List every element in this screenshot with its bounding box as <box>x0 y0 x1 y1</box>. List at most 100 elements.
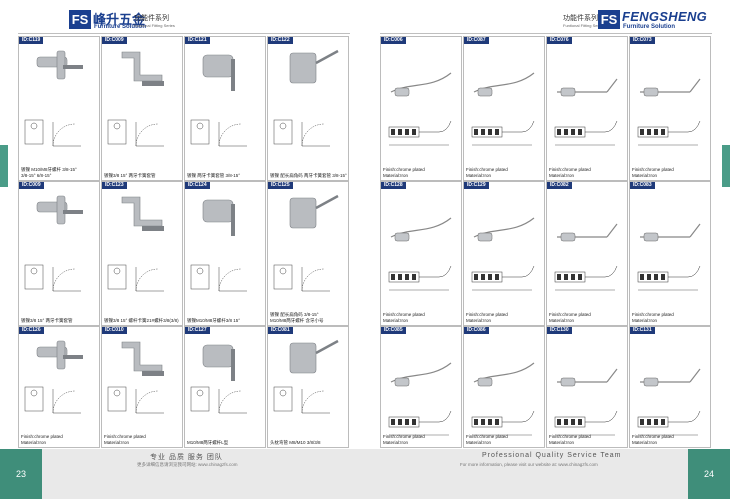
product-card: ID:C123 镀镍3/8 15° 螺杆卡簧21#螺杆3/8(3/8) <box>101 181 183 326</box>
product-photo <box>121 341 164 376</box>
product-id-badge: ID:C126 <box>19 327 44 334</box>
product-card: ID:C086 Finish:chrome plated Material:Iro… <box>463 326 545 448</box>
product-id-badge: ID:C119 <box>19 37 44 44</box>
product-id-badge: ID:C123 <box>102 182 127 189</box>
product-illustration <box>637 223 701 291</box>
page-number-left: 23 <box>0 449 42 499</box>
product-caption: M10/M8两牙螺杆L型 <box>187 439 229 445</box>
product-id-badge: ID:C006 <box>381 37 406 44</box>
product-id-badge: ID:C127 <box>185 327 210 334</box>
product-illustration <box>24 340 83 414</box>
product-illustration <box>190 344 247 414</box>
product-id-badge: ID:C082 <box>547 182 572 189</box>
product-illustration <box>190 54 247 147</box>
product-photo <box>36 340 83 370</box>
product-caption: Finish:chrome plated Material:Iron <box>549 167 591 178</box>
product-id-badge: ID:C086 <box>464 327 489 334</box>
product-card: ID:C087 Finish:chrome plated Material:Iro… <box>463 36 545 181</box>
product-photo <box>473 362 535 387</box>
product-caption: Finish:chrome plated Material:Iron <box>383 312 425 323</box>
product-card: ID:C129 Finish:chrome plated Material:Iro… <box>463 181 545 326</box>
product-illustration <box>554 223 618 291</box>
product-photo <box>473 72 535 97</box>
product-id-badge: ID:C130 <box>547 327 572 334</box>
product-photo <box>36 195 83 225</box>
product-illustration <box>388 72 452 146</box>
product-id-badge: ID:C083 <box>630 182 655 189</box>
technical-drawing <box>554 410 618 436</box>
product-id-badge: ID:C087 <box>464 37 489 44</box>
product-photo <box>121 196 164 231</box>
product-illustration <box>471 362 535 436</box>
product-id-badge: ID:C128 <box>381 182 406 189</box>
product-caption: Finish:chrome plated Material:Iron <box>21 434 63 445</box>
header-divider <box>18 33 350 34</box>
technical-drawing <box>471 265 535 291</box>
product-photo <box>640 368 701 387</box>
product-illustration <box>107 51 164 147</box>
footer-website-cn: 更多详细信息请浏览我司网站: www.chinagzfs.com <box>137 462 238 467</box>
product-id-badge: ID:C010 <box>102 327 127 334</box>
product-card: ID:C126 Finish:chrome plated Material:Iro… <box>18 326 100 448</box>
product-illustration <box>637 368 701 436</box>
technical-drawing <box>637 410 701 436</box>
product-caption: Finish:chrome plated Material:Iron <box>549 434 591 445</box>
footer-slogan-en: Professional Quality Service Team <box>482 452 622 459</box>
product-caption: 镀镍 配长扁角码 3/8-15° M10/M8两牙螺杆 含牙小号 <box>270 312 324 323</box>
technical-drawing <box>107 386 164 414</box>
product-card: ID:C076 Finish:chrome plated Material:Iro… <box>546 36 628 181</box>
product-photo <box>557 368 618 387</box>
technical-drawing <box>190 264 247 292</box>
product-caption: Finish:chrome plated Material:Iron <box>632 167 674 178</box>
product-id-badge: ID:C009 <box>102 37 127 44</box>
technical-drawing <box>273 119 330 147</box>
product-illustration <box>388 362 452 436</box>
product-photo <box>390 362 452 387</box>
product-card: ID:C083 Finish:chrome plated Material:Iro… <box>629 181 711 326</box>
product-caption: Finish:chrome plated Material:Iron <box>383 167 425 178</box>
product-caption: Finish:chrome plated Material:Iron <box>632 312 674 323</box>
product-illustration <box>273 339 339 414</box>
product-id-badge: ID:C009 <box>19 182 44 189</box>
product-id-badge: ID:C125 <box>268 182 293 189</box>
technical-drawing <box>107 119 164 147</box>
product-card: ID:C009 镀镍3/8 15° 两牙卡簧套管 <box>18 181 100 326</box>
product-id-badge: ID:C122 <box>268 37 293 44</box>
brand-logo-icon: FS <box>598 10 620 29</box>
technical-drawing <box>388 265 452 291</box>
product-card: ID:C127 M10/M8两牙螺杆L型 <box>184 326 266 448</box>
technical-drawing <box>637 120 701 146</box>
product-card: ID:C128 Finish:chrome plated Material:Iro… <box>380 181 462 326</box>
left-page: FS 峰升五金 Furniture Solution 功能件系列 Funtion… <box>0 0 365 499</box>
product-photo <box>202 344 235 381</box>
technical-drawing <box>388 120 452 146</box>
technical-drawing <box>24 119 81 147</box>
technical-drawing <box>554 120 618 146</box>
product-id-badge: ID:C073 <box>630 37 655 44</box>
technical-drawing <box>637 265 701 291</box>
product-id-badge: ID:C131 <box>630 327 655 334</box>
technical-drawing <box>107 264 164 292</box>
technical-drawing <box>388 410 452 436</box>
product-caption: Finish:chrome plated Material:Iron <box>104 434 146 445</box>
product-illustration <box>471 72 535 146</box>
product-card: ID:C082 Finish:chrome plated Material:Iro… <box>546 181 628 326</box>
series-title-cn: 功能件系列 <box>134 15 169 22</box>
product-illustration <box>471 217 535 291</box>
technical-drawing <box>24 386 81 414</box>
product-card: ID:C119 镀镍 M10/M8牙螺杆 3/8-15° 3/8-15° 6/8-… <box>18 36 100 181</box>
product-id-badge: ID:C129 <box>464 182 489 189</box>
product-card: ID:C073 Finish:chrome plated Material:Iro… <box>629 36 711 181</box>
product-id-badge: ID:C085 <box>381 327 406 334</box>
product-card: ID:C122 镀镍 配长扁角码 两牙卡簧套管 3/8-15° <box>267 36 349 181</box>
product-caption: 镀镍3/8 15° 两牙卡簧套管 <box>21 317 73 323</box>
brand-name-big: FENGSHENG <box>622 9 708 24</box>
left-edge-tab <box>0 145 8 187</box>
product-id-badge: ID:C076 <box>547 37 572 44</box>
product-illustration <box>273 49 339 147</box>
product-id-badge: ID:C121 <box>185 37 210 44</box>
product-illustration <box>24 195 83 292</box>
right-edge-tab <box>722 145 730 187</box>
product-caption: Finish:chrome plated Material:Iron <box>466 434 508 445</box>
product-photo <box>289 194 339 229</box>
